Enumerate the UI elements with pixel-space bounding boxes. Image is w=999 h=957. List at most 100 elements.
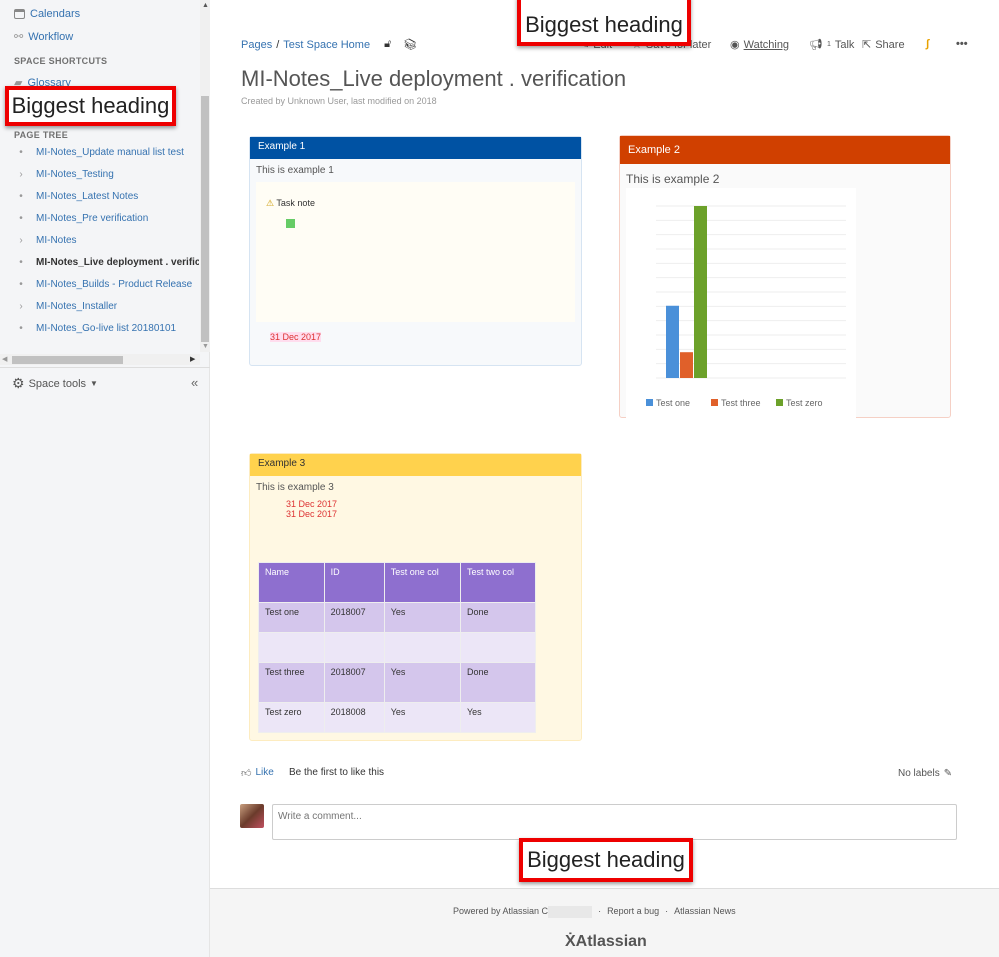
watching-button[interactable]: ◉ Watching (730, 38, 789, 52)
page-tree-item[interactable]: › MI-Notes_Testing (16, 169, 199, 180)
page-tree-item[interactable]: • MI-Notes_Update manual list test (16, 147, 199, 158)
eye-icon: ◉ (730, 39, 740, 51)
panel-title: Example 1 (250, 137, 581, 159)
page-tree-item[interactable]: › MI-Notes (16, 235, 199, 246)
calendar-icon (14, 9, 25, 19)
bullet-icon: • (19, 147, 23, 158)
workflow-icon: ⚯ (14, 31, 24, 43)
scroll-down-arrow-icon[interactable]: ▼ (202, 343, 209, 350)
megaphone-icon: 📢︎ (809, 39, 823, 51)
annotation-heading-top: Biggest heading (517, 0, 691, 46)
sidebar-item-workflow[interactable]: ⚯ Workflow (14, 30, 73, 44)
table-cell (383, 632, 461, 663)
atlassian-logo: Ẋ Atlassian (565, 933, 647, 951)
page-tree-item-label: MI-Notes_Live deployment . verification (36, 257, 199, 268)
table-cell: 2018008 (323, 702, 385, 733)
talk-count: 1 (826, 41, 831, 48)
share-button[interactable]: ⇱ Share (862, 38, 905, 52)
panel-example-3: Example 3 This is example 3 31 Dec 2017 … (249, 453, 582, 741)
separator: · (598, 906, 602, 916)
table-cell: Yes (383, 602, 461, 633)
pencil-icon[interactable]: ✎ (944, 768, 952, 779)
like-label: Like (255, 767, 274, 778)
date-lozenge: 31 Dec 2017 (286, 499, 338, 509)
bullet-icon: • (19, 279, 23, 290)
talk-label: Talk (834, 38, 855, 51)
breadcrumb-separator: / (276, 38, 280, 51)
legend-swatch (646, 399, 653, 406)
breadcrumb-pages[interactable]: Pages (241, 39, 272, 51)
page-tree-item[interactable]: • MI-Notes_Builds - Product Release (16, 279, 199, 290)
space-tools-label: Space tools (28, 377, 87, 390)
page-tree-item-label: MI-Notes_Pre verification (36, 213, 149, 224)
vertical-scrollbar-thumb[interactable] (201, 96, 209, 342)
panel-example-1: Example 1 This is example 1 ⚠ Task note … (249, 136, 582, 366)
panel-title: Example 3 (250, 454, 581, 476)
page-tree-item-label: MI-Notes_Testing (36, 169, 114, 180)
page-title: MI-Notes_Live deployment . verification (241, 66, 627, 91)
table-cell: Test three (258, 662, 325, 703)
panel-example-2: Example 2 This is example 2 Test one Test… (619, 135, 951, 418)
footer: Powered by Atlassian C · Report a bug · … (210, 888, 999, 957)
horizontal-scrollbar-thumb[interactable] (12, 356, 123, 364)
sidebar-item-calendars[interactable]: Calendars (14, 8, 80, 20)
more-actions-button[interactable]: ••• (956, 38, 968, 50)
scroll-up-arrow-icon[interactable]: ▲ (202, 2, 209, 9)
atlassian-news-link[interactable]: Atlassian News (674, 906, 736, 918)
chart-bar (694, 206, 707, 378)
legend-label: Test three (721, 398, 761, 408)
table-cell: Yes (383, 702, 461, 733)
page-tree-item[interactable]: • MI-Notes_Pre verification (16, 213, 199, 224)
labels-area[interactable]: No labels ✎ (898, 768, 952, 779)
page-tree-item[interactable]: › MI-Notes_Installer (16, 301, 199, 312)
expand-chevron-icon[interactable]: › (16, 169, 26, 180)
atlassian-logo-icon: Ẋ (565, 933, 576, 950)
page-tree-item-label: MI-Notes_Update manual list test (36, 147, 184, 158)
page-tree-item[interactable]: • MI-Notes_Latest Notes (16, 191, 199, 202)
no-labels-text: No labels (898, 768, 940, 779)
share-label: Share (875, 38, 905, 51)
expand-chevron-icon[interactable]: › (16, 235, 26, 246)
table-cell: Yes (459, 702, 537, 733)
scroll-left-arrow-icon[interactable]: ◀ (2, 355, 7, 363)
sidebar: Calendars ⚯ Workflow SPACE SHORTCUTS ▰ G… (0, 0, 210, 957)
table-row (258, 632, 537, 663)
unlock-icon[interactable]: 🔓︎ (384, 38, 391, 51)
space-tools-button[interactable]: ⚙ Space tools ▼ (12, 375, 98, 392)
like-button[interactable]: 👍︎ Like (241, 767, 274, 779)
logo-text: Atlassian (575, 933, 647, 950)
table-cell (459, 632, 537, 663)
page-tree-item-label: MI-Notes_Latest Notes (36, 191, 139, 202)
page-tree-item[interactable]: • MI-Notes_Live deployment . verification (16, 257, 199, 268)
note-box: ⚠ Task note (256, 182, 575, 322)
table-header: ID (323, 562, 385, 603)
report-bug-link[interactable]: Report a bug (607, 906, 659, 918)
collapse-sidebar-button[interactable]: « (191, 375, 198, 390)
scroll-right-arrow-icon[interactable]: ▶ (190, 355, 195, 363)
check-icon (286, 219, 295, 228)
table-header: Test two col (459, 562, 537, 603)
panel-body: This is example 3 (256, 482, 334, 493)
comment-input[interactable] (272, 804, 957, 840)
table-header: Name (258, 562, 325, 603)
app-icon[interactable]: ∫ (926, 38, 929, 50)
space-shortcuts-heading: SPACE SHORTCUTS (14, 56, 108, 66)
book-icon[interactable]: 📚︎ (403, 38, 417, 51)
warning-icon: ⚠ (266, 198, 275, 208)
table-cell (258, 632, 325, 663)
table-row: Test three 2018007 Yes Done (258, 662, 537, 703)
caret-down-icon: ▼ (90, 379, 98, 388)
bar-chart: Test one Test three Test zero (626, 188, 856, 418)
legend-swatch (776, 399, 783, 406)
talk-button[interactable]: 📢︎ 1 Talk (809, 38, 855, 52)
legend-label: Test zero (786, 398, 823, 408)
expand-chevron-icon[interactable]: › (16, 301, 26, 312)
page-byline: Created by Unknown User, last modified o… (241, 96, 437, 106)
chart-bar (666, 305, 679, 378)
breadcrumb-home[interactable]: Test Space Home (283, 39, 370, 51)
page-tree-item-label: MI-Notes_Go-live list 20180101 (36, 323, 177, 334)
bullet-icon: • (19, 213, 23, 224)
bullet-icon: • (19, 257, 23, 268)
page-tree-item[interactable]: • MI-Notes_Go-live list 20180101 (16, 323, 199, 334)
avatar (240, 804, 264, 828)
